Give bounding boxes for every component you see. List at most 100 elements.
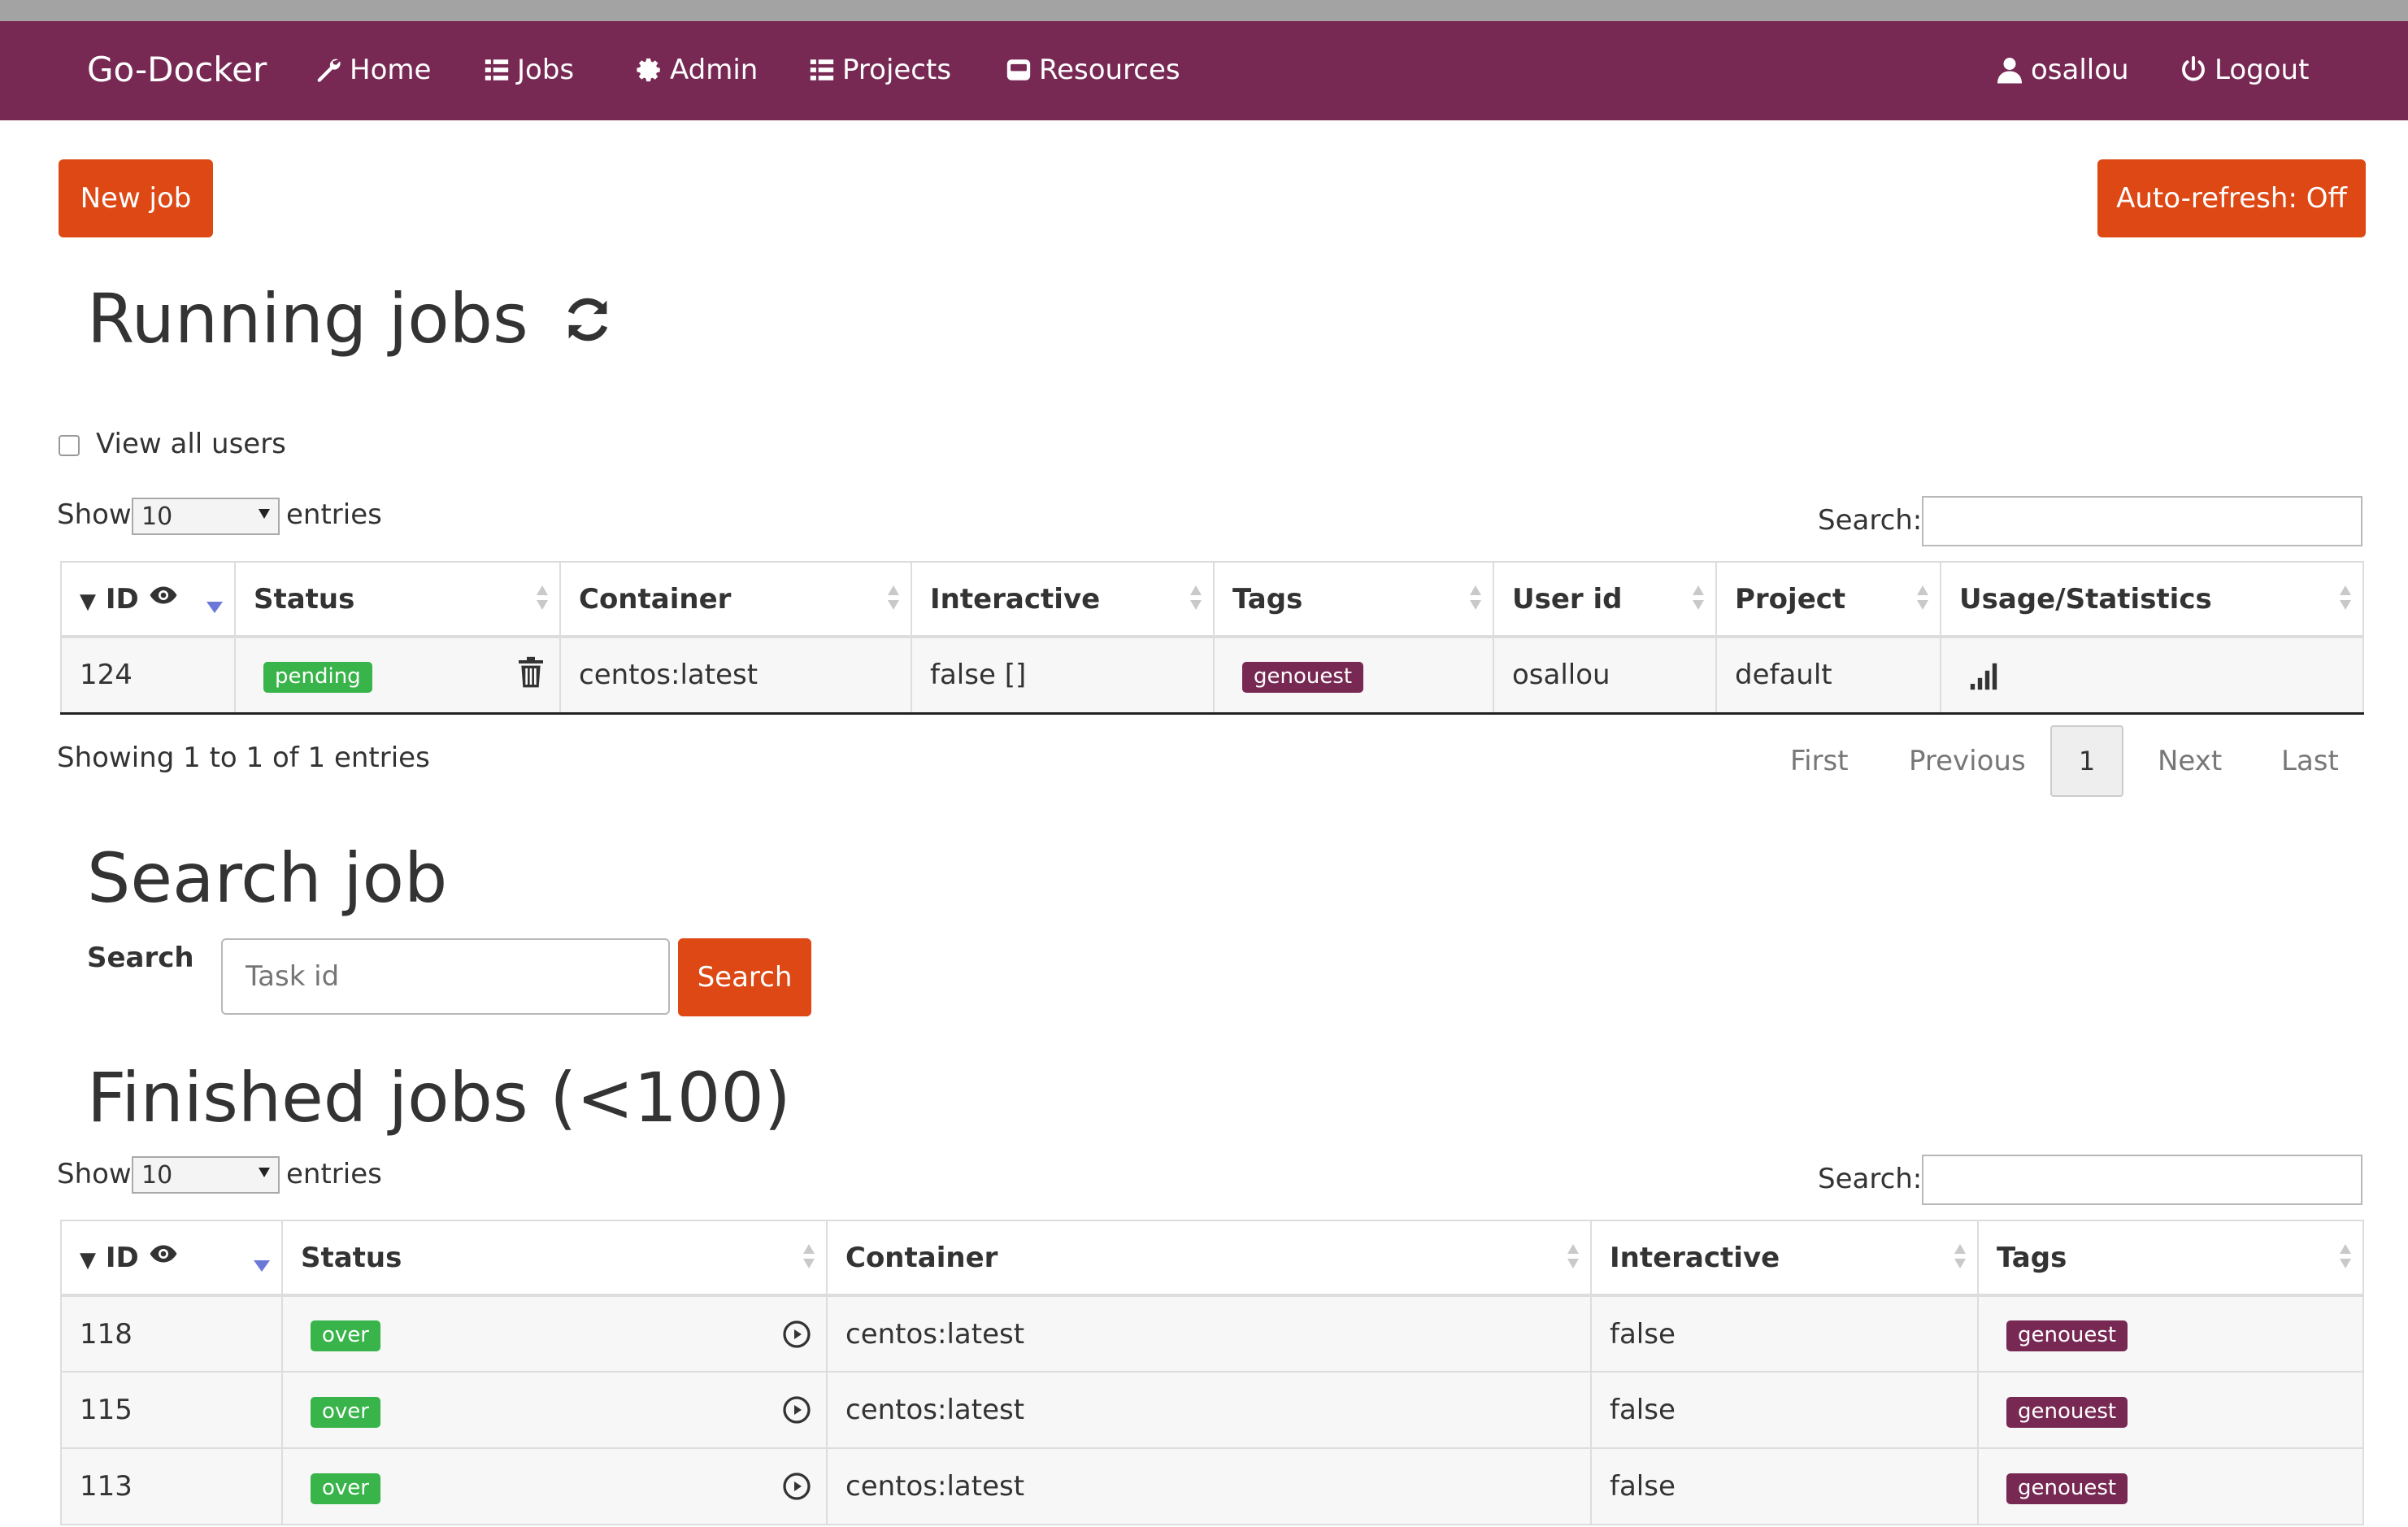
sort-icon bbox=[1190, 585, 1202, 615]
auto-refresh-button[interactable]: Auto-refresh: Off bbox=[2097, 159, 2366, 237]
signal-bars-icon[interactable] bbox=[1969, 662, 1998, 691]
tag-badge: genouest bbox=[2006, 1473, 2128, 1504]
cell-container: centos:latest bbox=[826, 1371, 1592, 1449]
col-header-tags-label: Tags bbox=[1997, 1241, 2067, 1274]
table-row: 124 pending centos:latest false [] genou… bbox=[60, 636, 2364, 715]
refresh-icon[interactable] bbox=[561, 293, 615, 346]
wrench-icon bbox=[317, 59, 341, 82]
col-header-user-id-label: User id bbox=[1512, 582, 1623, 616]
cell-interactive: false bbox=[1590, 1371, 1979, 1449]
running-show-label: Show bbox=[57, 498, 132, 531]
finished-page-size-select[interactable]: 10 bbox=[132, 1156, 280, 1194]
sort-icon bbox=[803, 1244, 815, 1273]
col-header-tags[interactable]: Tags bbox=[1977, 1220, 2364, 1297]
col-header-id[interactable]: ▼ ID bbox=[60, 561, 236, 638]
nav-home[interactable]: Home bbox=[314, 50, 431, 89]
view-all-users-label: View all users bbox=[96, 428, 286, 460]
running-jobs-title: Running jobs bbox=[87, 278, 615, 359]
nav-user[interactable]: osallou bbox=[1995, 50, 2129, 89]
col-header-tags[interactable]: Tags bbox=[1213, 561, 1494, 638]
view-all-users-checkbox[interactable] bbox=[59, 435, 80, 456]
eye-icon[interactable] bbox=[149, 585, 178, 606]
hdd-icon bbox=[1006, 59, 1031, 80]
finished-search-input[interactable] bbox=[1922, 1155, 2362, 1205]
col-header-container-label: Container bbox=[845, 1241, 998, 1274]
chevron-down-icon bbox=[259, 509, 270, 519]
col-header-interactive-label: Interactive bbox=[1610, 1241, 1780, 1274]
col-header-interactive[interactable]: Interactive bbox=[1590, 1220, 1979, 1297]
pager-last[interactable]: Last bbox=[2281, 745, 2339, 777]
cell-id: 115 bbox=[60, 1371, 283, 1449]
sort-icon bbox=[1693, 585, 1704, 615]
col-header-id-label: ID bbox=[105, 582, 139, 616]
col-header-project[interactable]: Project bbox=[1715, 561, 1941, 638]
col-header-status[interactable]: Status bbox=[281, 1220, 828, 1297]
col-header-id[interactable]: ▼ ID bbox=[60, 1220, 283, 1297]
search-job-title: Search job bbox=[87, 838, 448, 918]
cell-status: pending bbox=[234, 636, 561, 715]
col-header-status-label: Status bbox=[254, 582, 355, 616]
table-row: 118 over centos:latest false genouest bbox=[60, 1294, 2364, 1373]
pager-first[interactable]: First bbox=[1790, 745, 1849, 777]
play-circle-icon[interactable] bbox=[782, 1320, 811, 1349]
running-page-size-select[interactable]: 10 bbox=[132, 498, 280, 535]
tag-badge: genouest bbox=[2006, 1396, 2128, 1428]
status-badge: over bbox=[311, 1473, 380, 1504]
caret-down-icon: ▼ bbox=[80, 1247, 96, 1272]
nav-logout[interactable]: Logout bbox=[2179, 50, 2309, 89]
col-header-interactive[interactable]: Interactive bbox=[911, 561, 1215, 638]
finished-show-label: Show bbox=[57, 1158, 132, 1190]
nav-user-label: osallou bbox=[2031, 54, 2129, 86]
pager-current-page[interactable]: 1 bbox=[2050, 725, 2123, 797]
running-search-label: Search: bbox=[1818, 504, 1923, 537]
nav-jobs-label: Jobs bbox=[517, 54, 575, 86]
nav-projects[interactable]: Projects bbox=[808, 50, 951, 89]
caret-down-icon: ▼ bbox=[80, 589, 96, 614]
cell-id: 113 bbox=[60, 1447, 283, 1525]
nav-home-label: Home bbox=[350, 54, 432, 86]
eye-icon[interactable] bbox=[149, 1243, 178, 1264]
user-icon bbox=[1997, 58, 2022, 84]
col-header-usage[interactable]: Usage/Statistics bbox=[1940, 561, 2364, 638]
col-header-status[interactable]: Status bbox=[234, 561, 561, 638]
sort-icon bbox=[1954, 1244, 1966, 1273]
col-header-container-label: Container bbox=[579, 582, 732, 616]
new-job-button[interactable]: New job bbox=[59, 159, 213, 237]
search-button[interactable]: Search bbox=[678, 938, 811, 1016]
sort-desc-icon bbox=[206, 602, 223, 613]
navbar: Go-Docker Home Jobs Admin Projects Resou… bbox=[0, 21, 2408, 120]
brand-link[interactable]: Go-Docker bbox=[87, 49, 267, 91]
finished-jobs-table: ▼ ID Status Container Interactive Tags 1… bbox=[60, 1220, 2364, 1525]
cell-container: centos:latest bbox=[826, 1447, 1592, 1525]
power-icon bbox=[2182, 56, 2205, 81]
nav-jobs[interactable]: Jobs bbox=[483, 50, 574, 89]
finished-search-label: Search: bbox=[1818, 1163, 1923, 1195]
col-header-container[interactable]: Container bbox=[559, 561, 912, 638]
task-id-input[interactable] bbox=[221, 938, 670, 1015]
sort-icon bbox=[1567, 1244, 1579, 1273]
cell-tags: genouest bbox=[1977, 1294, 2364, 1373]
sort-icon bbox=[2340, 585, 2351, 615]
nav-projects-label: Projects bbox=[842, 54, 952, 86]
col-header-user-id[interactable]: User id bbox=[1493, 561, 1717, 638]
play-circle-icon[interactable] bbox=[782, 1395, 811, 1425]
status-badge: over bbox=[311, 1396, 380, 1428]
sort-icon bbox=[1470, 585, 1481, 615]
sort-icon bbox=[2340, 1244, 2351, 1273]
trash-icon[interactable] bbox=[517, 656, 545, 689]
col-header-usage-label: Usage/Statistics bbox=[1959, 582, 2212, 616]
nav-resources[interactable]: Resources bbox=[1005, 50, 1180, 89]
pager-next[interactable]: Next bbox=[2158, 745, 2222, 777]
running-jobs-table: ▼ ID Status Container Interactive Tags U… bbox=[60, 561, 2364, 715]
running-search-input[interactable] bbox=[1922, 496, 2362, 546]
tag-badge: genouest bbox=[2006, 1320, 2128, 1351]
pager-previous[interactable]: Previous bbox=[1909, 745, 2026, 777]
search-job-label: Search bbox=[87, 942, 194, 974]
col-header-container[interactable]: Container bbox=[826, 1220, 1592, 1297]
nav-admin[interactable]: Admin bbox=[636, 50, 758, 89]
nav-resources-label: Resources bbox=[1039, 54, 1180, 86]
cell-id: 118 bbox=[60, 1294, 283, 1373]
play-circle-icon[interactable] bbox=[782, 1472, 811, 1501]
running-table-info: Showing 1 to 1 of 1 entries bbox=[57, 742, 430, 774]
list-icon bbox=[485, 59, 509, 80]
